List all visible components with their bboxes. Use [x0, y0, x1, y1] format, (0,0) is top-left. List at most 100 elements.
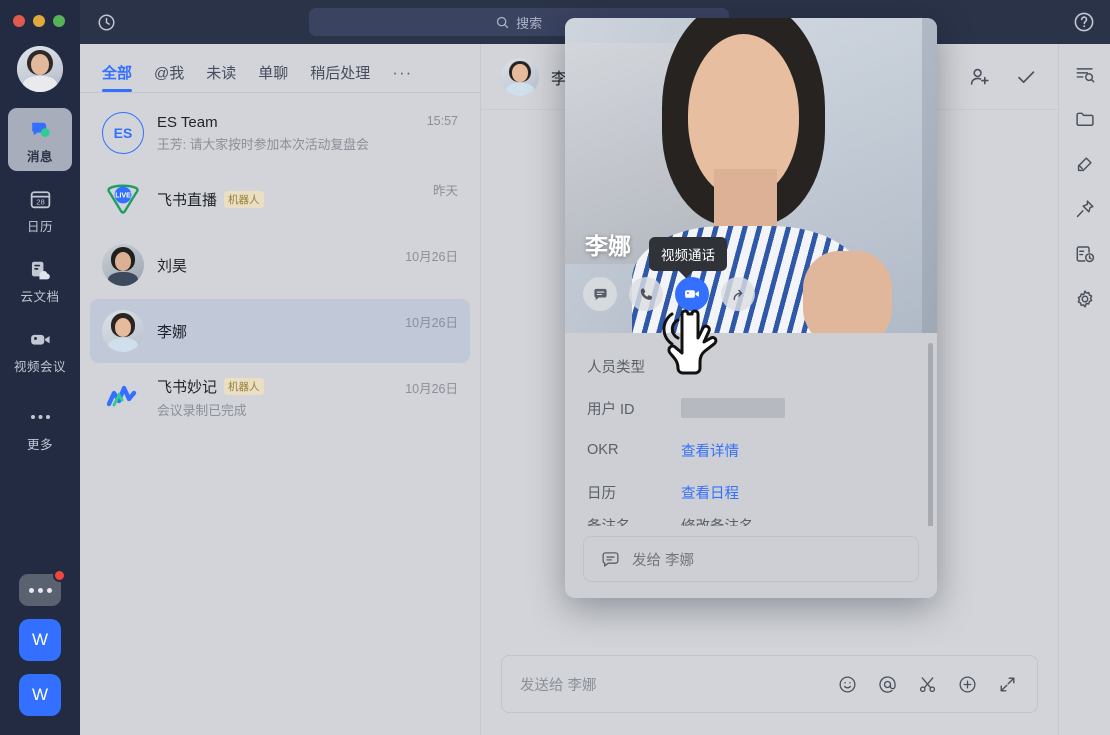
contact-photo [102, 310, 144, 352]
check-icon[interactable] [1014, 65, 1038, 89]
list-item[interactable]: LIVE 飞书直播 机器人 昨天 [90, 167, 470, 231]
chat-time: 10月26日 [405, 250, 458, 264]
field-label: 备注名 [587, 515, 661, 527]
sidebar-item-more[interactable]: 更多 [8, 396, 72, 459]
folder-icon[interactable] [1073, 107, 1097, 131]
sidebar-nav: 消息 28 日历 云文档 视频会议 更多 [0, 108, 80, 466]
workspace-app-1[interactable]: W [19, 619, 61, 661]
avatar-initials: ES [113, 125, 133, 141]
contact-photo [501, 57, 539, 96]
field-label: 用户 ID [587, 401, 635, 418]
tab-all[interactable]: 全部 [102, 62, 133, 92]
sidebar-item-video-meeting[interactable]: 视频会议 [8, 318, 72, 381]
list-item[interactable]: 刘昊 10月26日 [90, 233, 470, 297]
send-message-input[interactable]: 发给 李娜 [583, 536, 919, 582]
chat-time: 15:57 [426, 114, 458, 128]
screenshot-scissors-icon[interactable] [915, 672, 939, 696]
history-clock-icon[interactable] [94, 10, 118, 34]
chat-time: 10月26日 [405, 382, 458, 396]
help-circle-icon[interactable] [1072, 10, 1096, 39]
list-item[interactable]: ES ES Team 王芳: 请大家按时参加本次活动复盘会 15:57 [90, 101, 470, 165]
contact-large-photo: 李娜 视频通话 [565, 18, 937, 333]
chat-bubble-icon [593, 288, 607, 300]
tab-unread[interactable]: 未读 [206, 62, 236, 92]
chat-time: 昨天 [432, 184, 458, 198]
sidebar-item-cloud-docs[interactable]: 云文档 [8, 248, 72, 311]
chat-rows: ES ES Team 王芳: 请大家按时参加本次活动复盘会 15:57 LIVE… [80, 93, 480, 430]
edit-pen-icon[interactable] [1073, 152, 1097, 176]
svg-text:LIVE: LIVE [115, 193, 131, 200]
list-item[interactable]: 李娜 10月26日 [90, 299, 470, 363]
avatar[interactable] [501, 57, 539, 96]
search-in-chat-icon[interactable] [1073, 62, 1097, 86]
composer: 发送给 李娜 [481, 655, 1058, 735]
add-person-icon[interactable] [968, 65, 992, 89]
composer-icons [835, 672, 1019, 696]
sidebar-item-calendar[interactable]: 28 日历 [8, 178, 72, 241]
field-row: OKR 查看详情 [587, 429, 915, 471]
video-camera-icon [685, 290, 699, 298]
mention-icon[interactable] [875, 672, 899, 696]
pin-icon[interactable] [1073, 197, 1097, 221]
sidebar-item-label: 消息 [26, 150, 53, 164]
more-apps-button[interactable] [19, 569, 66, 606]
tab-more-filters[interactable]: ··· [392, 63, 412, 92]
app-label: W [31, 630, 49, 649]
expand-icon[interactable] [995, 672, 1019, 696]
contact-photo [102, 244, 144, 286]
minutes-logo-icon [106, 385, 137, 406]
search-icon [497, 16, 509, 28]
conversation-header-actions [968, 65, 1038, 89]
maximize-window-button[interactable] [53, 15, 65, 27]
close-window-button[interactable] [13, 15, 25, 27]
video-meeting-icon [27, 326, 53, 352]
chat-name: 飞书妙记 [157, 379, 218, 396]
chat-name: ES Team [157, 113, 218, 131]
chat-preview: 会议录制已完成 [157, 403, 247, 418]
tab-single-chat[interactable]: 单聊 [258, 62, 288, 92]
sidebar-item-label: 更多 [26, 438, 53, 452]
minimize-window-button[interactable] [33, 15, 45, 27]
emoji-icon[interactable] [835, 672, 859, 696]
cloud-docs-icon [27, 256, 53, 282]
contact-profile-card: 李娜 视频通话 人员类型 用户 ID OKR 查看详情 日历 查看日程 发给 李… [565, 18, 937, 598]
app-label: W [31, 685, 49, 704]
phone-icon [640, 287, 652, 300]
contact-fields: 人员类型 用户 ID OKR 查看详情 日历 查看日程 备注名 修改备注名 [565, 333, 937, 526]
contact-name: 李娜 [585, 233, 631, 259]
calendar-schedule-link[interactable]: 查看日程 [681, 482, 739, 503]
voice-call-action[interactable] [629, 277, 663, 311]
settings-gear-icon[interactable] [1073, 287, 1097, 311]
sidebar-item-label: 视频会议 [13, 360, 66, 374]
notification-badge [53, 569, 66, 582]
contact-card-send: 发给 李娜 [565, 526, 937, 598]
tab-later[interactable]: 稍后处理 [310, 62, 370, 92]
add-plus-icon[interactable] [955, 672, 979, 696]
window-traffic-lights[interactable] [13, 15, 65, 27]
sidebar-item-label: 日历 [26, 220, 53, 234]
share-arrow-icon [733, 289, 742, 300]
schedule-history-icon[interactable] [1073, 242, 1097, 266]
message-action[interactable] [583, 277, 617, 311]
workspace-app-2[interactable]: W [19, 674, 61, 716]
live-logo-icon: LIVE [107, 184, 139, 214]
avatar [102, 377, 144, 419]
tab-mentions[interactable]: @我 [154, 62, 184, 92]
okr-detail-link[interactable]: 查看详情 [681, 440, 739, 461]
list-item[interactable]: 飞书妙记 机器人 会议录制已完成 10月26日 [90, 365, 470, 430]
chat-list-panel: 全部 @我 未读 单聊 稍后处理 ··· ES ES Team 王芳: 请大家按… [80, 44, 480, 735]
user-avatar-photo [17, 46, 63, 92]
edit-note-name-link[interactable]: 修改备注名 [681, 515, 754, 527]
video-call-action[interactable] [675, 277, 709, 311]
field-row: 日历 查看日程 [587, 471, 915, 513]
share-contact-action[interactable] [721, 277, 755, 311]
avatar[interactable] [17, 46, 63, 92]
search-placeholder: 搜索 [516, 15, 543, 31]
chat-time: 10月26日 [405, 316, 458, 330]
send-placeholder: 发给 李娜 [632, 552, 695, 569]
scrollbar[interactable] [928, 343, 933, 526]
calendar-icon: 28 [27, 186, 53, 212]
message-input[interactable]: 发送给 李娜 [501, 655, 1038, 713]
sidebar-item-messages[interactable]: 消息 [8, 108, 72, 171]
more-dots-icon [27, 404, 53, 430]
